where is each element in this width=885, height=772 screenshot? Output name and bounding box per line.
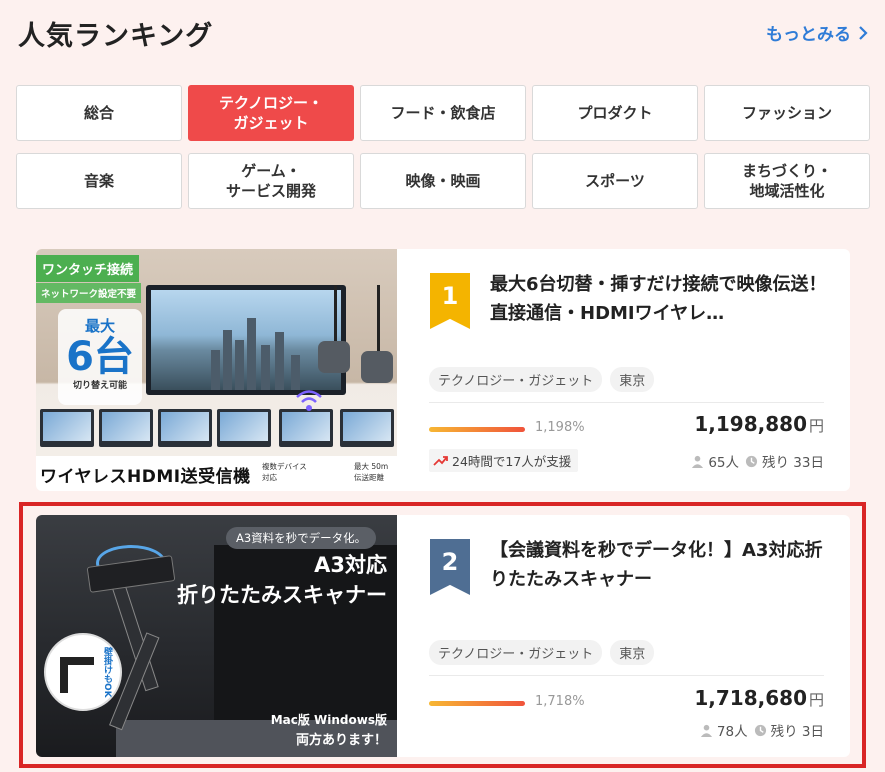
days-remaining: 残り 33日 bbox=[762, 455, 824, 471]
category-tab-music[interactable]: 音楽 bbox=[16, 153, 182, 209]
category-tab-product[interactable]: プロダクト bbox=[532, 85, 698, 141]
one-touch-badge: ワンタッチ接続 bbox=[36, 255, 140, 282]
category-tabs: 総合 テクノロジー・ ガジェット フード・飲食店 プロダクト ファッション 音楽… bbox=[16, 85, 870, 209]
selection-highlight bbox=[19, 502, 866, 768]
category-tab-sports[interactable]: スポーツ bbox=[532, 153, 698, 209]
funding-percent: 1,198% bbox=[535, 420, 585, 435]
category-tab-technology[interactable]: テクノロジー・ ガジェット bbox=[188, 85, 354, 141]
funding-amount: 1,198,880 円 bbox=[694, 412, 824, 436]
no-network-badge: ネットワーク設定不要 bbox=[36, 283, 142, 303]
supporter-count: 65人 bbox=[708, 455, 740, 471]
project-title[interactable]: 最大6台切替・挿すだけ接続で映像伝送！直接通信・HDMIワイヤレ… bbox=[490, 271, 835, 329]
category-tab-overall[interactable]: 総合 bbox=[16, 85, 182, 141]
trend-badge: 24時間で17人が支援 bbox=[429, 449, 579, 472]
trending-up-icon bbox=[433, 455, 448, 466]
person-icon bbox=[692, 455, 704, 468]
ranking-card-1[interactable]: ワンタッチ接続 ネットワーク設定不要 最大 6台 切り替え可能 ワイヤレスHDM… bbox=[36, 249, 850, 491]
category-tab-food[interactable]: フード・飲食店 bbox=[360, 85, 526, 141]
category-tag[interactable]: テクノロジー・ガジェット bbox=[429, 367, 603, 392]
page-title: 人気ランキング bbox=[18, 21, 214, 52]
more-link[interactable]: もっとみる bbox=[766, 20, 871, 45]
chevron-right-icon bbox=[859, 25, 868, 40]
ranking-header: 人気ランキング もっとみる bbox=[18, 10, 871, 54]
tv-illustration bbox=[146, 285, 346, 395]
rank-badge: 1 bbox=[430, 273, 470, 329]
wifi-icon bbox=[296, 390, 322, 411]
more-link-label: もっとみる bbox=[766, 25, 851, 45]
project-meta: 65人 残り 33日 bbox=[691, 451, 824, 471]
product-banner: ワイヤレスHDMI送受信機 複数デバイス 対応 最大 50m 伝送距離 bbox=[36, 456, 397, 491]
divider bbox=[429, 402, 824, 403]
project-thumbnail[interactable]: ワンタッチ接続 ネットワーク設定不要 最大 6台 切り替え可能 ワイヤレスHDM… bbox=[36, 249, 397, 491]
category-tab-fashion[interactable]: ファッション bbox=[704, 85, 870, 141]
clock-icon bbox=[745, 455, 758, 467]
location-tag[interactable]: 東京 bbox=[610, 367, 655, 392]
category-tab-game[interactable]: ゲーム・ サービス開発 bbox=[188, 153, 354, 209]
category-tab-film[interactable]: 映像・映画 bbox=[360, 153, 526, 209]
funding-progress-bar bbox=[429, 427, 525, 432]
category-tab-community[interactable]: まちづくり・ 地域活性化 bbox=[704, 153, 870, 209]
max-six-badge: 最大 6台 切り替え可能 bbox=[58, 309, 142, 405]
